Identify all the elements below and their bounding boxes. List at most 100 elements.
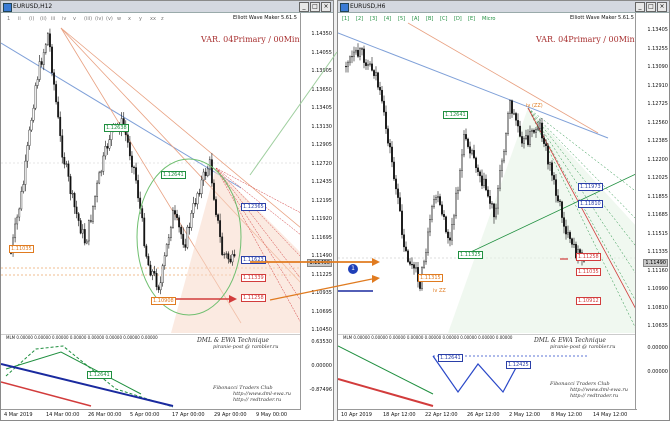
trend-line (1, 42, 242, 189)
price-chart-main[interactable] (338, 13, 637, 333)
candle-body (351, 56, 353, 58)
level-box: 1.12638 (104, 124, 129, 132)
window-titlebar[interactable]: EURUSD,H12 _ □ × (1, 1, 333, 13)
level-box: 1.11339 (241, 274, 266, 282)
window-title: EURUSD,H6 (350, 3, 386, 10)
variant-label: VAR. 04Primary / 00Minute (201, 35, 313, 44)
window-titlebar[interactable]: EURUSD,H6 _ □ × (338, 1, 669, 13)
candle-body (102, 155, 105, 172)
candle-body (499, 170, 501, 189)
chart-icon (3, 3, 12, 12)
candle-body (223, 254, 226, 256)
wave-label: v (73, 16, 76, 22)
time-tick: 22 Apr 12:00 (425, 412, 458, 418)
candle-body (469, 146, 471, 154)
candle-body (161, 265, 164, 283)
candle-body (455, 192, 457, 217)
price-tick: 1.10635 (647, 323, 668, 329)
wave-label: (iv) (95, 16, 104, 22)
candle-body (405, 246, 407, 252)
candle-body (81, 229, 84, 234)
candle-body (441, 204, 443, 215)
candle-body (42, 52, 45, 65)
maximize-button[interactable]: □ (310, 2, 320, 12)
wave-label: z (161, 16, 164, 22)
candle-body (523, 138, 525, 144)
candle-body (92, 206, 94, 222)
level-box: 1.11325 (458, 251, 483, 259)
candle-body (557, 195, 559, 202)
candle-body (403, 234, 405, 248)
time-axis[interactable]: 10 Apr 2019 18 Apr 12:00 22 Apr 12:00 26 Ap… (338, 409, 637, 420)
wave-label: 1 (7, 16, 11, 22)
candle-body (200, 179, 203, 194)
level-box: 1.11258 (241, 294, 266, 302)
maximize-button[interactable]: □ (646, 2, 656, 12)
price-tick: 1.13905 (311, 68, 332, 74)
window-title: EURUSD,H12 (13, 3, 53, 10)
price-tick: 1.11515 (647, 230, 668, 237)
wave-label: (iii) (84, 16, 93, 22)
candle-body (525, 135, 527, 139)
candle-body (153, 271, 156, 274)
candle-body (38, 61, 41, 80)
candle-body (202, 171, 205, 181)
close-button[interactable]: × (657, 2, 667, 12)
candle-body (397, 188, 399, 198)
level-box: 1.11035 (9, 245, 34, 253)
wave-label-v: iv ZZ (433, 288, 446, 294)
candle-body (46, 33, 49, 45)
candle-body (425, 252, 427, 263)
candle-body (505, 133, 507, 152)
candle-body (147, 256, 150, 266)
price-tick: 1.12910 (647, 82, 668, 89)
time-axis[interactable]: 4 Mar 2019 14 Mar 00:00 26 Mar 00:00 5 Apr … (1, 409, 301, 420)
candle-body (75, 206, 78, 214)
dml-credit-1: DML & EWA Technique (534, 337, 606, 344)
candle-body (433, 199, 435, 207)
candle-body (463, 134, 465, 156)
candle-body (531, 130, 533, 132)
candle-body (483, 178, 485, 186)
time-tick: 18 Apr 12:00 (383, 412, 416, 418)
minimize-button[interactable]: _ (635, 2, 645, 12)
price-chart-main[interactable] (1, 13, 301, 333)
price-tick: 1.12385 (647, 138, 668, 144)
candle-body (165, 244, 168, 256)
wave-label: w (117, 16, 122, 22)
candle-body (471, 150, 473, 154)
candle-body (77, 213, 80, 221)
fib-credit-3: http:// redtrader.ru (570, 393, 619, 399)
chart-window-left[interactable]: EURUSD,H12 _ □ × 1 ii (i) (ii) iii iv v (iii) (i… (0, 0, 334, 421)
level-box: 1.10908 (151, 297, 176, 305)
chart-window-right[interactable]: EURUSD,H6 _ □ × [1] [2] [3] [4] [5] [A] [B] [C]… (337, 0, 670, 421)
candle-body (57, 101, 60, 118)
candle-body (399, 197, 401, 212)
dml-credit-1: DML & EWA Technique (197, 337, 269, 344)
price-tick: 1.11920 (311, 216, 332, 222)
price-tick: 1.11685 (647, 212, 668, 218)
level-box: 1.11623 (241, 256, 266, 264)
candle-body (521, 136, 523, 144)
price-axis[interactable]: 1.14350 1.14055 1.13905 1.13650 1.13405 1.131… (300, 13, 333, 410)
candle-body (529, 131, 531, 145)
trend-line (338, 378, 434, 407)
candle-body (94, 196, 96, 207)
candle-body (131, 155, 133, 168)
candle-body (495, 207, 497, 218)
wave-label: [A] (412, 16, 420, 22)
close-button[interactable]: × (321, 2, 331, 12)
price-tick: 1.11695 (311, 234, 332, 241)
candle-body (18, 208, 21, 218)
candle-body (563, 217, 565, 227)
price-axis[interactable]: 1.13405 1.13255 1.13090 1.12910 1.12725 1.125… (635, 13, 669, 410)
candle-body (359, 48, 361, 57)
marker-number[interactable]: 1 (348, 264, 358, 274)
candle-body (489, 195, 491, 204)
candle-body (383, 100, 385, 113)
minimize-button[interactable]: _ (299, 2, 309, 12)
price-tick: 1.11335 (647, 249, 668, 255)
candle-body (190, 213, 193, 228)
candle-body (369, 63, 371, 65)
candle-body (449, 237, 451, 241)
